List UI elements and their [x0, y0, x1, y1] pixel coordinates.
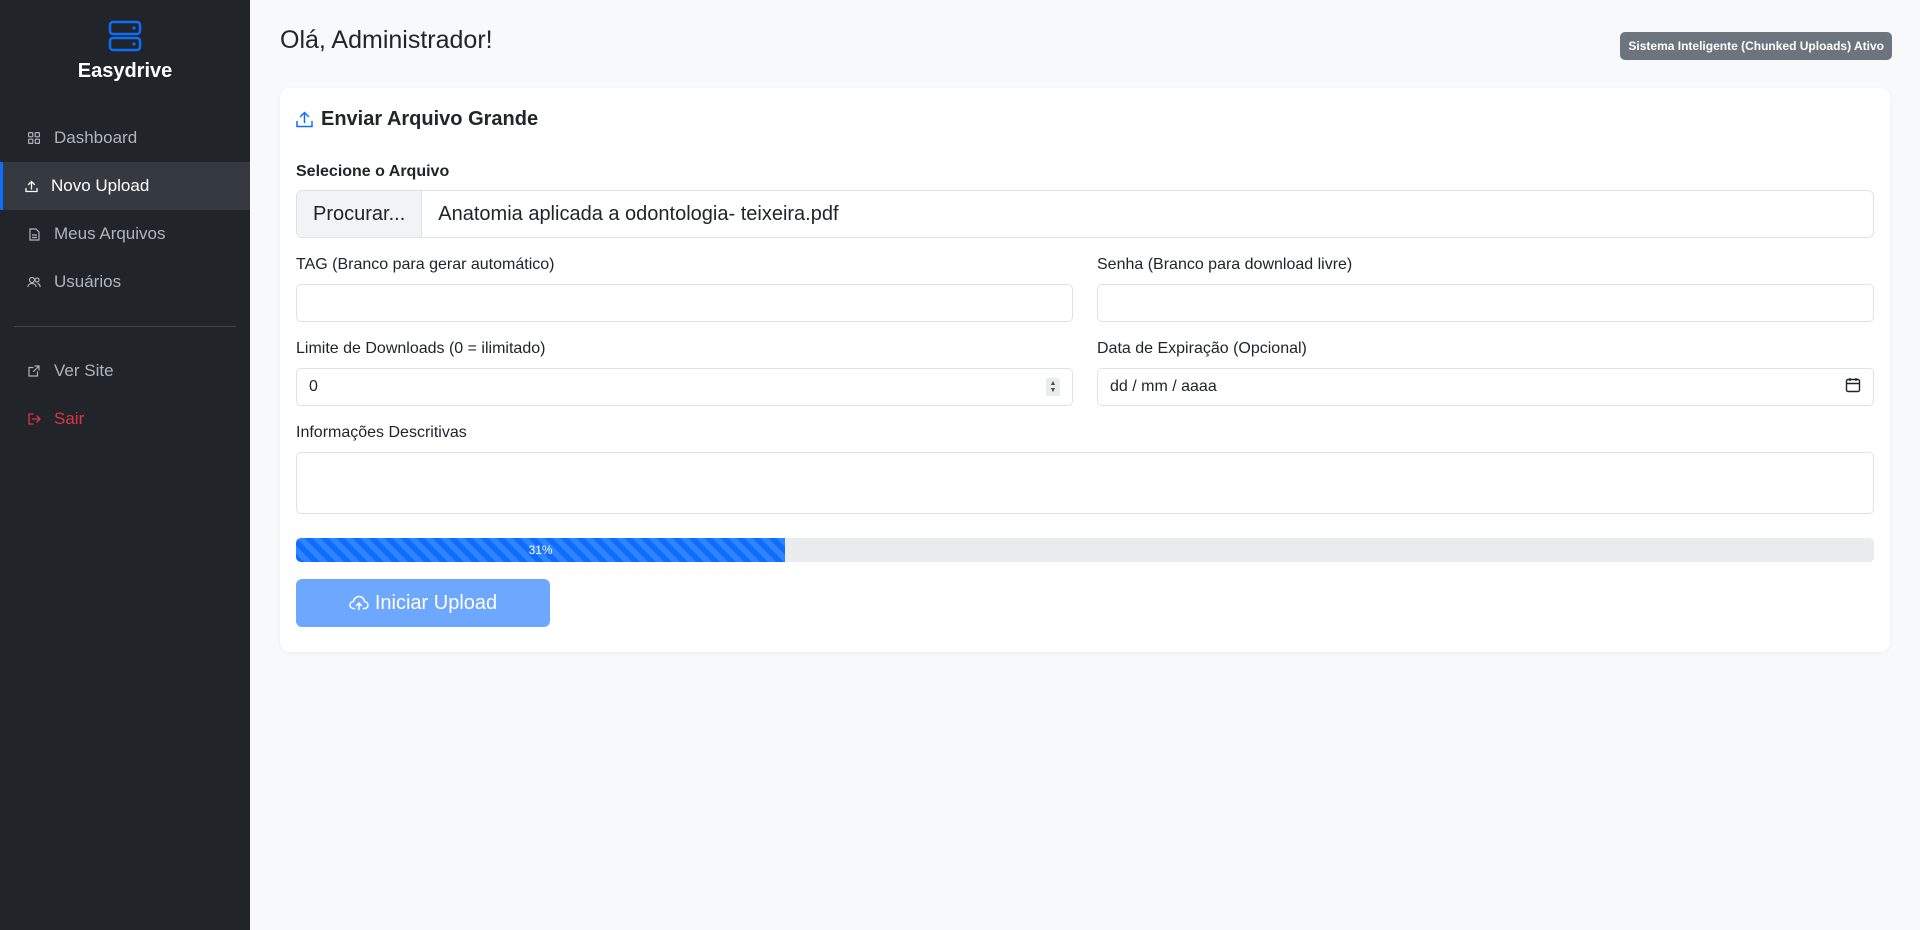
form-row-tag-password: TAG (Branco para gerar automático) Senha… [296, 256, 1874, 322]
chevron-up-icon[interactable]: ▲ [1050, 380, 1057, 387]
sidebar-item-label: Meus Arquivos [54, 224, 166, 243]
sidebar-item-label: Sair [54, 409, 85, 428]
password-label: Senha (Branco para download livre) [1097, 256, 1353, 273]
main-content: Olá, Administrador! Sistema Inteligente … [250, 0, 1920, 930]
topbar: Olá, Administrador! Sistema Inteligente … [280, 22, 1892, 88]
calendar-icon[interactable] [1845, 377, 1861, 398]
start-upload-label: Iniciar Upload [374, 591, 498, 614]
file-icon [27, 227, 41, 241]
page-title: Olá, Administrador! [280, 26, 493, 54]
upload-icon [296, 110, 313, 128]
brand-name: Easydrive [77, 60, 173, 82]
download-limit-input[interactable]: 0 ▲ ▼ [296, 368, 1073, 406]
download-limit-group: Limite de Downloads (0 = ilimitado) 0 ▲ … [296, 340, 1073, 406]
sidebar-item-label: Usuários [54, 272, 122, 291]
file-section-label: Selecione o Arquivo [296, 163, 450, 180]
card-title: Enviar Arquivo Grande [296, 106, 1874, 132]
description-group: Informações Descritivas [296, 424, 1874, 514]
download-limit-value: 0 [309, 378, 318, 395]
password-group: Senha (Branco para download livre) [1097, 256, 1874, 322]
form-row-limit-expiration: Limite de Downloads (0 = ilimitado) 0 ▲ … [296, 340, 1874, 406]
sidebar-nav: Dashboard Novo Upload Meus Arquivos Usuá… [0, 114, 250, 443]
tag-group: TAG (Branco para gerar automático) [296, 256, 1073, 322]
upload-progress-bar: 31% [296, 538, 786, 562]
external-link-icon [27, 364, 41, 378]
file-input[interactable]: Procurar... Anatomia aplicada a odontolo… [296, 190, 1874, 238]
tag-label: TAG (Branco para gerar automático) [296, 256, 555, 273]
description-label: Informações Descritivas [296, 424, 467, 441]
users-icon [27, 275, 41, 289]
sidebar-item-dashboard[interactable]: Dashboard [0, 114, 250, 162]
description-textarea[interactable] [296, 452, 1874, 514]
expiration-group: Data de Expiração (Opcional) dd / mm / a… [1097, 340, 1874, 406]
sidebar-item-label: Ver Site [54, 361, 114, 380]
expiration-label: Data de Expiração (Opcional) [1097, 340, 1307, 357]
tag-input[interactable] [296, 284, 1073, 322]
upload-card: Enviar Arquivo Grande Selecione o Arquiv… [280, 88, 1890, 652]
logout-icon [27, 412, 41, 426]
sidebar-item-novo-upload[interactable]: Novo Upload [0, 162, 250, 210]
password-input[interactable] [1097, 284, 1874, 322]
nav-divider [14, 326, 236, 327]
brand[interactable]: Easydrive [0, 0, 250, 86]
cloud-upload-icon [349, 595, 369, 611]
download-limit-label: Limite de Downloads (0 = ilimitado) [296, 340, 546, 357]
sidebar: Easydrive Dashboard Novo Upload Meus Arq… [0, 0, 250, 930]
status-badge: Sistema Inteligente (Chunked Uploads) At… [1620, 32, 1892, 60]
sidebar-item-sair[interactable]: Sair [0, 395, 250, 443]
sidebar-item-label: Novo Upload [51, 176, 150, 195]
server-icon [108, 20, 142, 52]
upload-icon [24, 179, 38, 193]
expiration-date-input[interactable]: dd / mm / aaaa [1097, 368, 1874, 406]
chevron-down-icon[interactable]: ▼ [1050, 387, 1057, 394]
upload-progress: 31% [296, 538, 1874, 562]
sidebar-item-usuarios[interactable]: Usuários [0, 258, 250, 306]
sidebar-item-label: Dashboard [54, 128, 138, 147]
selected-file-name: Anatomia aplicada a odontologia- teixeir… [438, 202, 839, 225]
start-upload-button[interactable]: Iniciar Upload [296, 579, 550, 627]
card-title-text: Enviar Arquivo Grande [321, 107, 539, 130]
grid-icon [27, 131, 41, 145]
browse-button[interactable]: Procurar... [297, 191, 423, 237]
number-spinner[interactable]: ▲ ▼ [1046, 378, 1060, 396]
sidebar-item-ver-site[interactable]: Ver Site [0, 347, 250, 395]
expiration-placeholder: dd / mm / aaaa [1110, 378, 1217, 395]
sidebar-item-meus-arquivos[interactable]: Meus Arquivos [0, 210, 250, 258]
